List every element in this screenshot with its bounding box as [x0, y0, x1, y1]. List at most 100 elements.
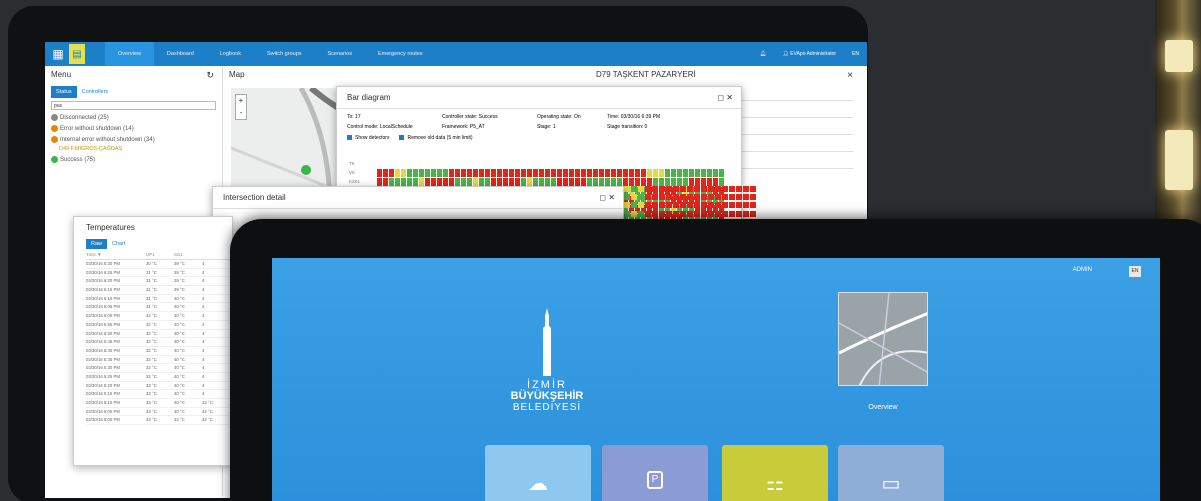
parking-icon: P: [646, 471, 664, 489]
tab-chart[interactable]: Chart: [107, 239, 130, 249]
bar-cell: [587, 162, 592, 165]
table-row[interactable]: 03/30/16 6:30 PM 30 °C 39 °C 4: [86, 260, 232, 269]
bar-cell: [461, 168, 466, 177]
apps-grid-icon[interactable]: ▦: [49, 45, 67, 63]
nav-tab-emergency-routes[interactable]: Emergency routes: [365, 42, 436, 66]
bar-cell: [701, 177, 706, 186]
bar-cell: [715, 194, 721, 201]
bar-cell: [701, 168, 706, 177]
bar-cell: [377, 168, 382, 177]
id-card-tile[interactable]: ▭: [838, 445, 944, 501]
menu-search-input[interactable]: pus: [51, 101, 216, 110]
table-row[interactable]: 03/30/16 6:05 PM 31 °C 40 °C 4: [86, 303, 232, 313]
bar-cell: [377, 162, 382, 165]
bar-cell: [695, 177, 700, 186]
table-row[interactable]: 03/30/16 5:25 PM 32 °C 40 °C 4: [86, 373, 232, 382]
menu-item-internal-error[interactable]: Internal error without shutdown (34): [51, 136, 222, 143]
zoom-control[interactable]: + -: [235, 94, 247, 120]
parking-tile[interactable]: P: [602, 445, 708, 501]
bar-cell: [587, 177, 592, 186]
table-row[interactable]: 03/30/16 5:30 PM 32 °C 40 °C 4: [86, 364, 232, 373]
tab-status[interactable]: Status: [51, 86, 77, 98]
window-controls-icon[interactable]: ◻ ✕: [717, 87, 733, 109]
bar-cell: [539, 177, 544, 186]
table-row[interactable]: 03/30/16 6:00 PM 32 °C 40 °C 4: [86, 312, 232, 321]
bar-cell: [677, 162, 682, 165]
table-row[interactable]: 03/30/16 6:15 PM 31 °C 39 °C 4: [86, 286, 232, 295]
bar-cell: [497, 168, 502, 177]
menu-item-success[interactable]: Success (75): [51, 156, 222, 163]
close-icon[interactable]: ×: [847, 70, 853, 81]
menu-item-error[interactable]: Error without shutdown (14): [51, 125, 222, 132]
table-row[interactable]: 03/30/16 5:15 PM 33 °C 40 °C 4: [86, 390, 232, 399]
table-row[interactable]: 03/30/16 6:20 PM 31 °C 39 °C 4: [86, 277, 232, 287]
user-menu[interactable]: 👤︎ EVApo Administrator: [775, 51, 845, 57]
nav-tab-switch-groups[interactable]: Switch groups: [254, 42, 315, 66]
bar-cell: [665, 177, 670, 186]
table-row[interactable]: 03/30/16 5:35 PM 32 °C 40 °C 4: [86, 356, 232, 365]
table-cell: 03/30/16 5:25 PM: [86, 373, 120, 379]
admin-label[interactable]: ADMIN: [1073, 267, 1092, 273]
tab-controllers[interactable]: Controllers: [77, 86, 114, 98]
weather-tile[interactable]: ☁: [485, 445, 591, 501]
bar-cell: [383, 162, 388, 165]
table-row[interactable]: 03/30/16 6:25 PM 31 °C 39 °C 4: [86, 269, 232, 278]
bar-cell: [722, 194, 728, 201]
bar-cell: [635, 162, 640, 165]
bar-row-label: VK: [349, 170, 356, 175]
table-cell: 31 °C: [146, 269, 157, 275]
table-row[interactable]: 03/30/16 5:40 PM 32 °C 40 °C 4: [86, 347, 232, 356]
bar-cell: [401, 168, 406, 177]
nav-tab-scenarios[interactable]: Scenarios: [315, 42, 365, 66]
table-cell: 4: [202, 278, 205, 284]
refresh-icon[interactable]: ↻: [206, 66, 214, 84]
table-cell: 40 °C: [174, 382, 185, 388]
bar-cell: [581, 168, 586, 177]
table-cell: 40 °C: [174, 391, 185, 397]
menu-item-disconnected[interactable]: Disconnected (25): [51, 114, 222, 121]
nav-tab-overview[interactable]: Overview: [105, 42, 154, 66]
overview-map-tile[interactable]: [838, 292, 928, 386]
bar-cell: [557, 162, 562, 165]
table-row[interactable]: 03/30/16 5:10 PM 33 °C 40 °C 42 °C: [86, 399, 232, 408]
bar-cell: [497, 177, 502, 186]
traffic-tile[interactable]: ⚏: [722, 445, 828, 501]
bar-cell: [736, 202, 742, 209]
bar-cell: [750, 210, 756, 217]
nav-tab-logbook[interactable]: Logbook: [207, 42, 254, 66]
bar-cell: [713, 168, 718, 177]
table-row[interactable]: 03/30/16 5:20 PM 33 °C 40 °C 4: [86, 382, 232, 391]
table-row[interactable]: 03/30/16 6:10 PM 31 °C 40 °C 4: [86, 295, 232, 304]
map-title: Map: [229, 70, 245, 79]
bar-cell: [455, 177, 460, 186]
bar-cell: [680, 202, 686, 209]
bar-cell: [647, 162, 652, 165]
table-row[interactable]: 03/30/16 5:55 PM 32 °C 40 °C 4: [86, 321, 232, 330]
table-cell: 03/30/16 5:15 PM: [86, 391, 120, 397]
show-detectors-checkbox[interactable]: Show detectors: [347, 135, 389, 141]
bar-cell: [593, 162, 598, 165]
clock-tower-icon: [537, 306, 557, 380]
overview-label[interactable]: Overview: [838, 404, 928, 411]
bar-cell: [569, 162, 574, 165]
window-controls-icon[interactable]: ◻ ✕: [599, 187, 615, 209]
menu-subitem[interactable]: D49 F.MIGROS-ÇAĞDAŞ: [59, 146, 222, 152]
table-cell: 4: [202, 313, 205, 319]
table-row[interactable]: 03/30/16 5:50 PM 32 °C 40 °C 4: [86, 330, 232, 339]
bar-cell: [527, 177, 532, 186]
bar-cell: [563, 168, 568, 177]
table-row[interactable]: 03/30/16 5:00 PM 33 °C 42 °C 42 °C: [86, 416, 232, 426]
table-row[interactable]: 03/30/16 5:05 PM 33 °C 40 °C 42 °C: [86, 408, 232, 417]
database-icon[interactable]: ▤: [69, 44, 85, 64]
remove-old-data-checkbox[interactable]: Remove old data (5 min limit): [399, 135, 472, 141]
bar-cell: [605, 162, 610, 165]
nav-tab-dashboard[interactable]: Dashboard: [154, 42, 207, 66]
tab-raw[interactable]: Raw: [86, 239, 108, 249]
bell-icon[interactable]: 🔔︎: [752, 51, 774, 57]
bar-cell: [455, 162, 460, 165]
language-button[interactable]: EN: [844, 51, 867, 57]
bar-cell: [485, 177, 490, 186]
language-button[interactable]: EN: [1129, 266, 1141, 277]
table-row[interactable]: 03/30/16 5:45 PM 32 °C 40 °C 4: [86, 338, 232, 347]
table-cell: 33 °C: [146, 400, 157, 405]
